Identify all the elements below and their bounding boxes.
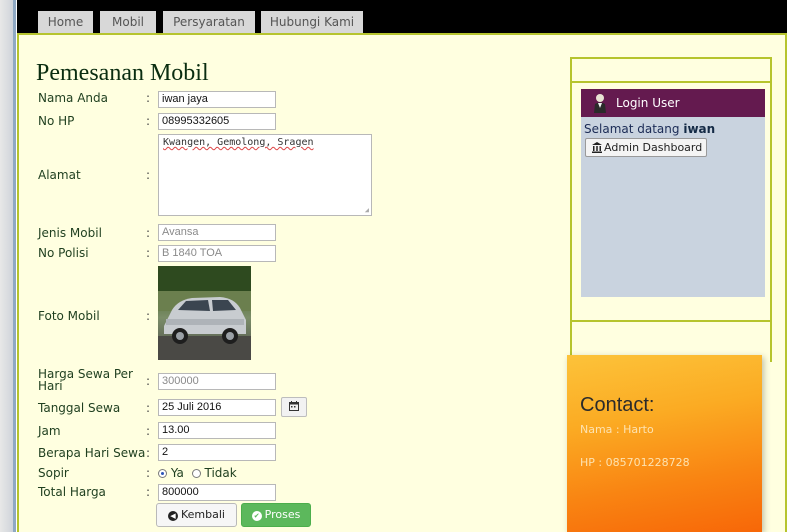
hp-input[interactable]: 08995332605	[158, 113, 276, 130]
kembali-label: Kembali	[181, 508, 225, 521]
admin-dashboard-label: Admin Dashboard	[604, 141, 703, 154]
colon: :	[146, 91, 151, 105]
contact-phone: HP : 085701228728	[580, 456, 690, 469]
welcome-username: iwan	[683, 122, 716, 136]
bank-icon	[592, 142, 602, 153]
label-tanggal-sewa: Tanggal Sewa	[38, 401, 121, 415]
sopir-ya-label[interactable]: Ya	[171, 466, 184, 480]
label-berapa-hari: Berapa Hari Sewa	[38, 446, 146, 460]
sopir-radio-tidak[interactable]	[191, 469, 201, 478]
label-nama: Nama Anda	[38, 91, 108, 105]
alamat-textarea[interactable]: Kwangen, Gemolong, Sragen ◢	[158, 134, 372, 216]
nav-hubungi-kami[interactable]: Hubungi Kami	[261, 11, 363, 33]
proses-label: Proses	[264, 508, 301, 521]
resize-grip-icon[interactable]: ◢	[365, 206, 369, 214]
calendar-icon	[289, 401, 299, 411]
label-foto-mobil: Foto Mobil	[38, 309, 100, 323]
label-hp: No HP	[38, 114, 75, 128]
nav-mobil[interactable]: Mobil	[100, 11, 156, 33]
contact-name: Nama : Harto	[580, 423, 654, 436]
alamat-text: Kwangen, Gemolong, Sragen	[163, 137, 314, 148]
contact-title: Contact:	[580, 394, 655, 416]
colon: :	[146, 168, 151, 182]
nav-persyaratan[interactable]: Persyaratan	[163, 11, 255, 33]
login-user-title: Login User	[616, 96, 680, 110]
proses-button[interactable]: ✔ Proses	[241, 503, 311, 527]
jam-input[interactable]: 13.00	[158, 422, 276, 439]
calendar-button[interactable]	[281, 397, 307, 417]
rail-divider	[13, 0, 16, 532]
colon: :	[146, 446, 151, 460]
label-total-harga: Total Harga	[38, 485, 106, 499]
jenis-mobil-input[interactable]: Avansa	[158, 224, 276, 241]
colon: :	[146, 246, 151, 260]
contact-panel	[567, 355, 762, 532]
top-nav-bar: Home Mobil Persyaratan Hubungi Kami	[17, 0, 787, 33]
nav-home[interactable]: Home	[38, 11, 93, 33]
label-jam: Jam	[38, 424, 61, 438]
left-rail	[0, 0, 13, 532]
user-icon	[594, 94, 606, 113]
car-photo	[158, 266, 251, 360]
berapa-hari-input[interactable]: 2	[158, 444, 276, 461]
kembali-button[interactable]: ◀ Kembali	[156, 503, 237, 527]
nama-input[interactable]: iwan jaya	[158, 91, 276, 108]
colon: :	[146, 374, 151, 388]
car-image	[158, 266, 251, 360]
label-alamat: Alamat	[38, 168, 81, 182]
sopir-radio-ya[interactable]	[158, 469, 167, 478]
harga-sewa-input[interactable]: 300000	[158, 373, 276, 390]
sopir-radio-group: Ya Tidak	[158, 466, 237, 480]
welcome-text: Selamat datang iwan	[584, 122, 715, 136]
label-sopir: Sopir	[38, 466, 69, 480]
label-harga-sewa: Harga Sewa Per Hari	[38, 367, 133, 393]
chevron-left-icon: ◀	[168, 511, 178, 521]
no-polisi-input[interactable]: B 1840 TOA	[158, 245, 276, 262]
login-user-header: Login User	[581, 89, 765, 117]
admin-dashboard-button[interactable]: Admin Dashboard	[585, 138, 707, 157]
label-jenis-mobil: Jenis Mobil	[38, 226, 102, 240]
colon: :	[146, 401, 151, 415]
colon: :	[146, 424, 151, 438]
colon: :	[146, 309, 151, 323]
total-harga-input[interactable]: 800000	[158, 484, 276, 501]
colon: :	[146, 485, 151, 499]
welcome-prefix: Selamat datang	[584, 122, 680, 136]
check-icon: ✔	[251, 511, 262, 521]
colon: :	[146, 114, 151, 128]
sopir-tidak-label[interactable]: Tidak	[205, 466, 237, 480]
colon: :	[146, 466, 151, 480]
colon: :	[146, 226, 151, 240]
tanggal-sewa-input[interactable]: 25 Juli 2016	[158, 399, 276, 416]
page-title: Pemesanan Mobil	[36, 60, 209, 86]
label-no-polisi: No Polisi	[38, 246, 89, 260]
